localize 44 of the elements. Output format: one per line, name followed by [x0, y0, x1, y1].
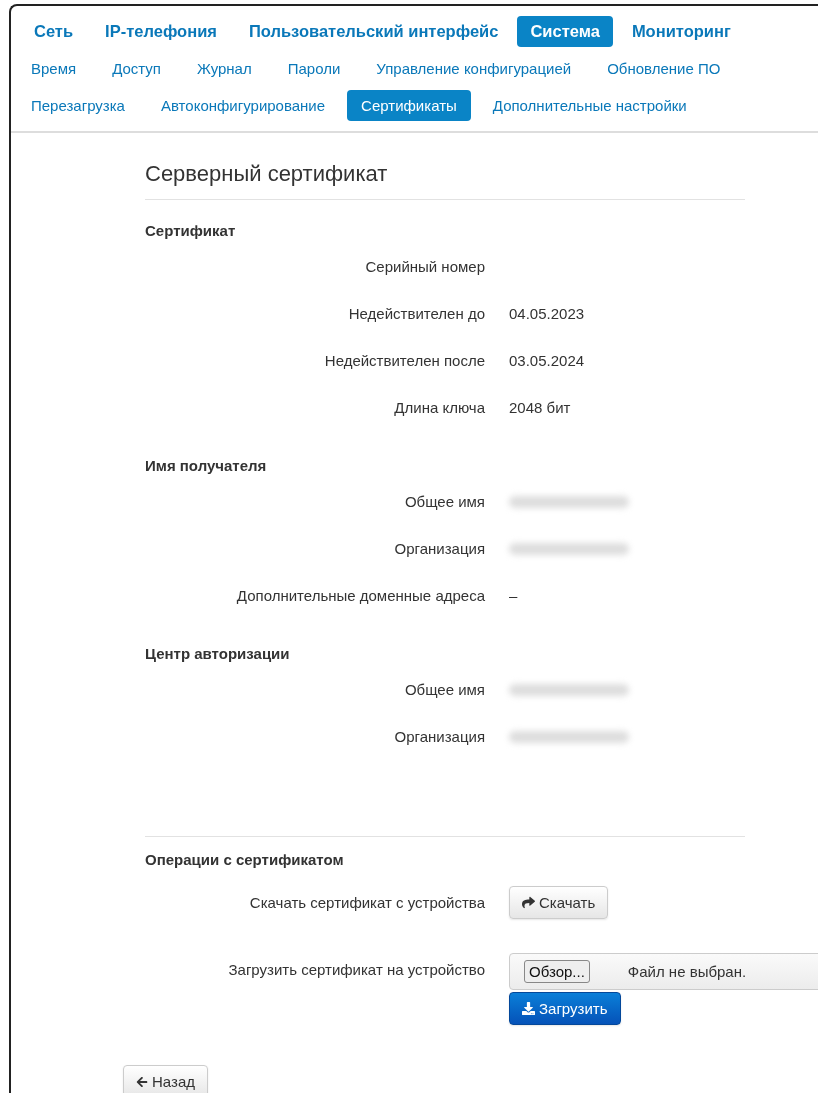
field-value: 03.05.2024: [509, 352, 586, 369]
download-icon: [522, 1002, 535, 1015]
field-label: Недействителен после: [323, 352, 485, 369]
main-nav-tab[interactable]: Сеть: [21, 16, 87, 47]
upload-button[interactable]: Загрузить: [509, 992, 621, 1025]
file-input[interactable]: Обзор... Файл не выбран.: [509, 953, 818, 990]
field-label: Дополнительные доменные адреса: [235, 587, 485, 604]
field-label: Длина ключа: [393, 399, 485, 416]
arrow-left-icon: [136, 1075, 148, 1088]
sub-nav-tab[interactable]: Доступ: [98, 53, 175, 84]
section-heading: Сертификат: [145, 222, 237, 239]
main-nav-tab[interactable]: Пользовательский интерфейс: [235, 16, 512, 47]
section-heading: Операции с сертификатом: [145, 851, 345, 868]
field-label: Общее имя: [403, 681, 485, 698]
download-button[interactable]: Скачать: [509, 886, 609, 919]
sub-nav-tab[interactable]: Перезагрузка: [17, 90, 139, 121]
field-label: Общее имя: [403, 493, 485, 510]
sub-nav-tab[interactable]: Пароли: [273, 53, 355, 84]
page-title: Серверный сертификат: [145, 161, 745, 200]
main-nav-tab[interactable]: IP-телефония: [92, 16, 230, 47]
main-nav-tab[interactable]: Система: [517, 16, 613, 47]
field-label: Загрузить сертификат на устройство: [227, 960, 485, 978]
field-label: Организация: [393, 728, 485, 745]
field-value: 2048 бит: [509, 399, 572, 416]
browse-button[interactable]: Обзор...: [524, 960, 590, 983]
field-value: 04.05.2023: [509, 305, 586, 322]
share-arrow-icon: [522, 896, 535, 909]
section-heading: Центр авторизации: [145, 645, 291, 662]
sub-nav-tab[interactable]: Управление конфигурацией: [362, 53, 586, 84]
section-heading: Имя получателя: [145, 457, 268, 474]
sub-nav-tab[interactable]: Автоконфигурирование: [146, 90, 340, 121]
sub-nav-tab[interactable]: Обновление ПО: [593, 53, 735, 84]
field-label: Серийный номер: [364, 258, 485, 275]
field-value: –: [509, 587, 519, 604]
file-status: Файл не выбран.: [627, 963, 747, 980]
sub-nav-tab[interactable]: Журнал: [182, 53, 266, 84]
main-nav-tab[interactable]: Мониторинг: [618, 16, 744, 47]
back-button[interactable]: Назад: [123, 1065, 208, 1093]
sub-nav-tab[interactable]: Время: [17, 53, 91, 84]
field-label: Скачать сертификат с устройства: [248, 893, 485, 911]
sub-nav-tab[interactable]: Дополнительные настройки: [478, 90, 701, 121]
field-label: Организация: [393, 540, 485, 557]
sub-nav-tab[interactable]: Сертификаты: [347, 90, 471, 121]
field-label: Недействителен до: [347, 305, 485, 322]
